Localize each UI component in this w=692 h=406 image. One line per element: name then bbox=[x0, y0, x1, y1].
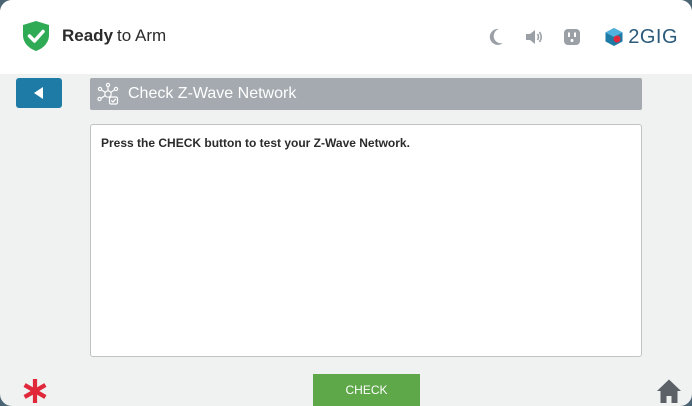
back-arrow-icon bbox=[34, 87, 43, 99]
page-header: Check Z-Wave Network bbox=[90, 78, 642, 110]
logo-text: 2GIG bbox=[628, 25, 678, 48]
moon-icon[interactable] bbox=[486, 27, 506, 47]
content-panel: Press the CHECK button to test your Z-Wa… bbox=[90, 124, 642, 357]
speaker-icon[interactable] bbox=[524, 27, 544, 47]
instruction-text: Press the CHECK button to test your Z-Wa… bbox=[101, 136, 410, 150]
status-bar: Ready to Arm 2GIG bbox=[0, 0, 692, 74]
shield-check-icon[interactable] bbox=[22, 20, 50, 52]
bottom-bar: CHECK bbox=[0, 372, 692, 406]
asterisk-icon[interactable] bbox=[22, 378, 48, 404]
screen: Ready to Arm 2GIG Check Z-Wave Network P… bbox=[0, 0, 692, 406]
page-title: Check Z-Wave Network bbox=[128, 85, 297, 102]
outlet-icon[interactable] bbox=[562, 27, 582, 47]
system-status[interactable]: Ready to Arm bbox=[62, 26, 166, 46]
home-icon[interactable] bbox=[656, 378, 682, 404]
status-bold: Ready bbox=[62, 26, 114, 45]
network-icon bbox=[97, 82, 119, 105]
check-button[interactable]: CHECK bbox=[313, 374, 420, 406]
back-button[interactable] bbox=[16, 78, 62, 108]
top-icons: 2GIG bbox=[486, 24, 678, 50]
logo-icon bbox=[605, 28, 623, 46]
brand-logo: 2GIG bbox=[604, 26, 678, 49]
status-rest: to Arm bbox=[117, 26, 167, 45]
